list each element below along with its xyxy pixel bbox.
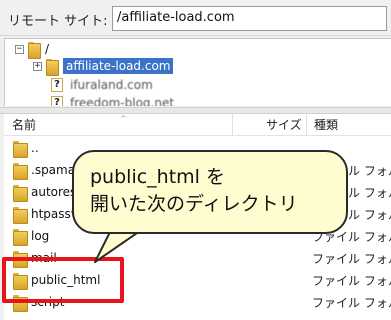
column-type-header[interactable]: 種類 (314, 114, 338, 136)
file-type: ファイル フォルダ (312, 296, 391, 310)
directory-tree: − / + affiliate-load.com ? ifuraland.com… (4, 38, 391, 106)
tree-item-selected[interactable]: + affiliate-load.com (33, 57, 174, 76)
file-type: ファイル フォルダ (312, 274, 391, 288)
folder-icon (28, 41, 41, 59)
column-divider[interactable] (306, 114, 307, 136)
column-name-header[interactable]: 名前 (12, 114, 36, 136)
column-size-header[interactable]: サイズ (266, 114, 302, 136)
folder-icon (13, 228, 28, 246)
sort-arrow-icon: ^ (120, 114, 127, 123)
callout-line-2: 開いた次のディレクトリ (90, 193, 298, 215)
tree-root-label: / (45, 42, 50, 56)
pane-splitter[interactable] (0, 107, 391, 114)
highlight-box (2, 257, 124, 303)
unknown-folder-icon: ? (51, 78, 63, 92)
tree-item-label: ifuraland.com (70, 78, 153, 92)
column-divider[interactable] (232, 114, 233, 136)
callout-bubble: public_html を 開いた次のディレクトリ (72, 150, 348, 234)
file-name: log (31, 229, 50, 243)
folder-icon (13, 140, 28, 158)
folder-icon (46, 58, 59, 76)
remote-path-input[interactable]: /affiliate-load.com (112, 6, 387, 31)
remote-site-bar: リモート サイト: /affiliate-load.com (0, 0, 391, 36)
folder-icon (13, 184, 28, 202)
collapse-icon[interactable]: − (15, 44, 24, 54)
folder-icon (13, 162, 28, 180)
tree-selected-label: affiliate-load.com (63, 58, 174, 74)
expand-icon[interactable]: + (33, 61, 42, 71)
folder-icon (13, 206, 28, 224)
file-list-header: 名前 ^ サイズ 種類 (4, 114, 391, 136)
file-type: ファイル フォルダ (312, 252, 391, 266)
callout-line-1: public_html を (90, 166, 225, 188)
file-name: .. (31, 141, 39, 155)
remote-site-label: リモート サイト: (8, 14, 108, 29)
callout-joint (114, 227, 138, 232)
tree-root-row[interactable]: − / (15, 40, 50, 59)
unknown-folder-icon: ? (51, 96, 63, 106)
tree-item[interactable]: ? ifuraland.com (51, 76, 153, 94)
tree-item-label: freedom-blog.net (70, 96, 175, 106)
tree-item[interactable]: ? freedom-blog.net (51, 94, 174, 106)
